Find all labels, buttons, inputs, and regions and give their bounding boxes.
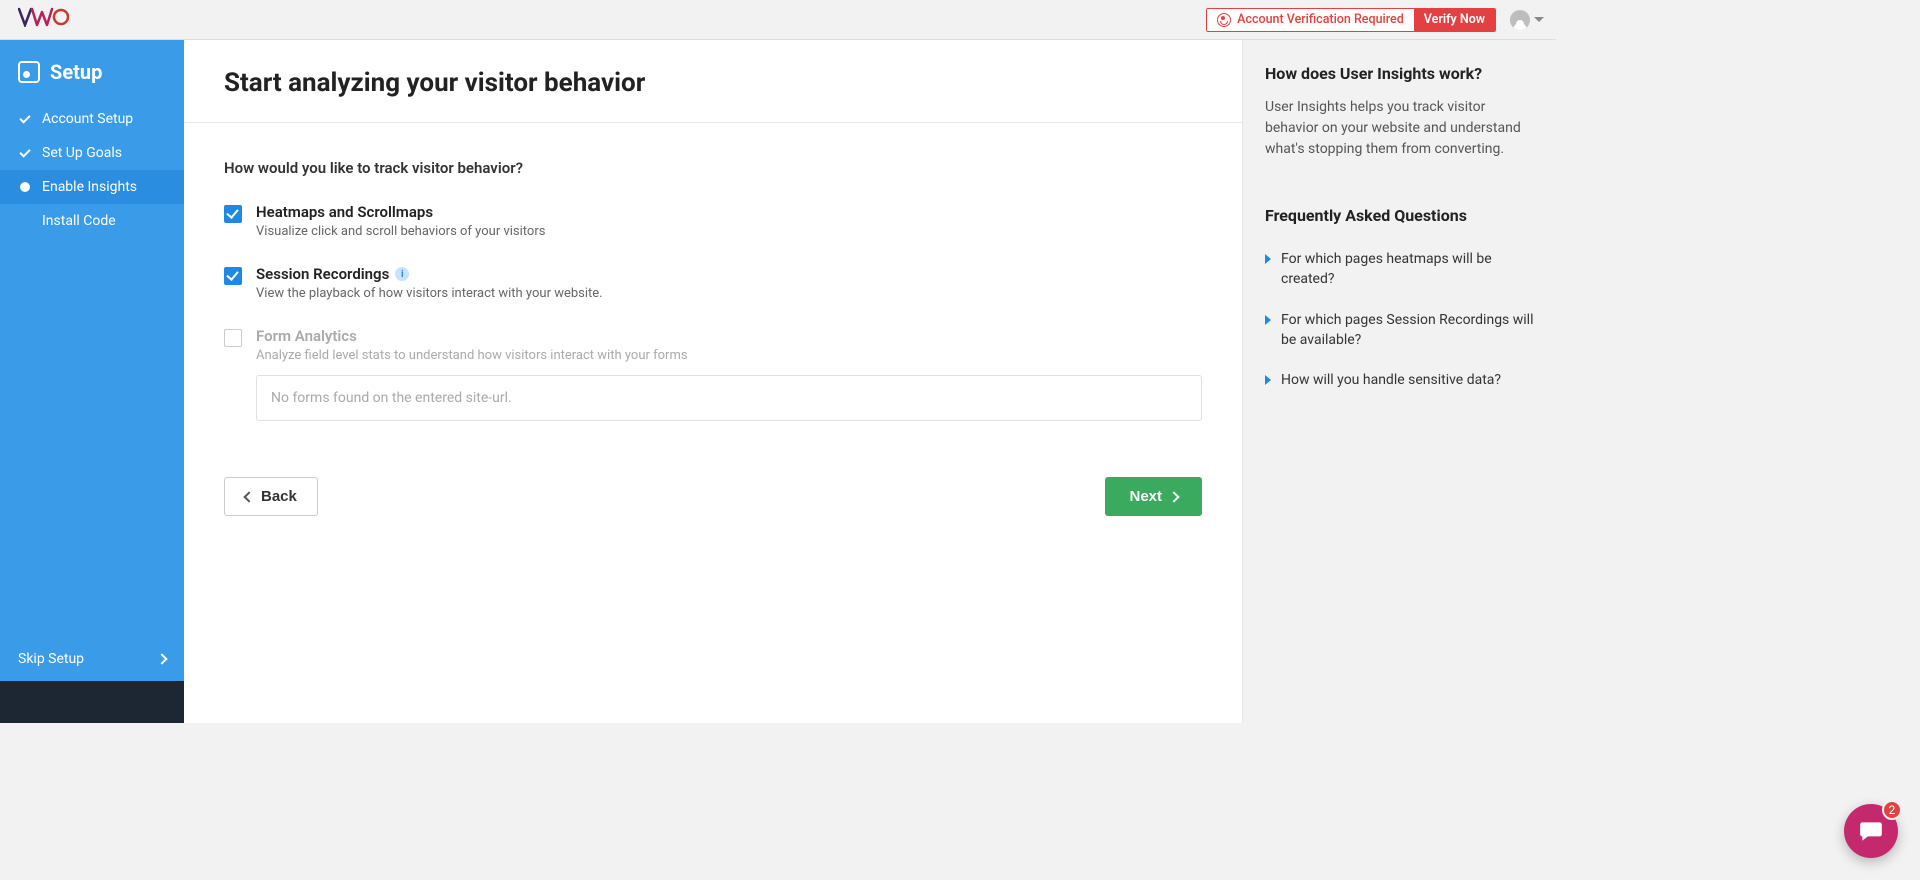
checkbox-heatmaps[interactable] — [224, 205, 242, 223]
sidebar-item-label: Set Up Goals — [42, 145, 122, 161]
sidebar-item-label: Account Setup — [42, 111, 133, 127]
chat-badge: 2 — [1882, 800, 1902, 820]
faq-title: Frequently Asked Questions — [1265, 206, 1534, 225]
faq-item[interactable]: For which pages Session Recordings will … — [1265, 300, 1534, 361]
faq-item[interactable]: How will you handle sensitive data? — [1265, 360, 1534, 400]
chevron-right-icon — [1168, 491, 1179, 502]
option-title: Session Recordings — [256, 265, 389, 283]
app-logo — [12, 7, 70, 32]
sidebar-footer — [0, 681, 184, 723]
back-button[interactable]: Back — [224, 477, 318, 516]
help-panel: How does User Insights work? User Insigh… — [1242, 40, 1556, 723]
tracking-question: How would you like to track visitor beha… — [224, 159, 1202, 177]
next-button[interactable]: Next — [1105, 477, 1202, 516]
option-desc: Visualize click and scroll behaviors of … — [256, 224, 1202, 239]
verification-text: Account Verification Required — [1237, 12, 1404, 27]
chat-launcher[interactable]: 2 — [1844, 804, 1898, 858]
checkbox-session-recordings[interactable] — [224, 267, 242, 285]
page-title: Start analyzing your visitor behavior — [224, 68, 1202, 98]
back-button-label: Back — [261, 488, 297, 505]
vwo-logo-svg — [18, 7, 70, 27]
sidebar-item-enable-insights[interactable]: Enable Insights — [0, 170, 184, 204]
option-session-recordings[interactable]: Session Recordings i View the playback o… — [224, 265, 1202, 301]
setup-icon — [18, 61, 40, 83]
checkbox-form-analytics — [224, 329, 242, 347]
info-icon[interactable]: i — [395, 267, 409, 281]
sidebar-title-text: Setup — [50, 60, 102, 84]
chevron-down-icon — [1534, 17, 1544, 22]
option-desc: View the playback of how visitors intera… — [256, 286, 1202, 301]
page-header: Start analyzing your visitor behavior — [184, 40, 1242, 123]
option-title: Heatmaps and Scrollmaps — [256, 203, 433, 221]
triangle-right-icon — [1265, 375, 1271, 385]
user-alert-icon — [1217, 13, 1231, 27]
option-desc: Analyze field level stats to understand … — [256, 348, 1202, 363]
help-body: User Insights helps you track visitor be… — [1265, 97, 1534, 160]
skip-setup-label: Skip Setup — [18, 651, 84, 667]
option-heatmaps[interactable]: Heatmaps and Scrollmaps Visualize click … — [224, 203, 1202, 239]
check-icon — [18, 112, 32, 126]
sidebar-item-set-up-goals[interactable]: Set Up Goals — [0, 136, 184, 170]
sidebar-title: Setup — [0, 40, 184, 102]
skip-setup-button[interactable]: Skip Setup — [0, 637, 184, 681]
user-menu[interactable] — [1510, 10, 1544, 30]
triangle-right-icon — [1265, 315, 1271, 325]
option-title: Form Analytics — [256, 327, 357, 345]
triangle-right-icon — [1265, 254, 1271, 264]
account-verification-banner[interactable]: Account Verification Required Verify Now — [1206, 8, 1496, 32]
empty-status-icon — [18, 214, 32, 228]
option-form-analytics: Form Analytics Analyze field level stats… — [224, 327, 1202, 421]
sidebar-item-install-code[interactable]: Install Code — [0, 204, 184, 238]
active-dot-icon — [20, 182, 30, 192]
sidebar-item-label: Enable Insights — [42, 179, 137, 195]
next-button-label: Next — [1129, 488, 1162, 505]
verification-label: Account Verification Required — [1207, 9, 1414, 31]
faq-text: For which pages heatmaps will be created… — [1281, 249, 1534, 290]
check-icon — [18, 146, 32, 160]
avatar-icon — [1510, 10, 1530, 30]
faq-text: How will you handle sensitive data? — [1281, 370, 1501, 390]
faq-text: For which pages Session Recordings will … — [1281, 310, 1534, 351]
sidebar-item-account-setup[interactable]: Account Setup — [0, 102, 184, 136]
forms-empty-message: No forms found on the entered site-url. — [256, 375, 1202, 421]
faq-item[interactable]: For which pages heatmaps will be created… — [1265, 239, 1534, 300]
sidebar-item-label: Install Code — [42, 213, 116, 229]
topbar: Account Verification Required Verify Now — [0, 0, 1556, 40]
setup-sidebar: Setup Account Setup Set Up Goals Enable … — [0, 40, 184, 723]
chat-icon — [1858, 818, 1884, 844]
verify-now-button[interactable]: Verify Now — [1414, 9, 1495, 31]
chevron-right-icon — [156, 653, 167, 664]
help-title: How does User Insights work? — [1265, 64, 1534, 83]
chevron-left-icon — [243, 491, 254, 502]
